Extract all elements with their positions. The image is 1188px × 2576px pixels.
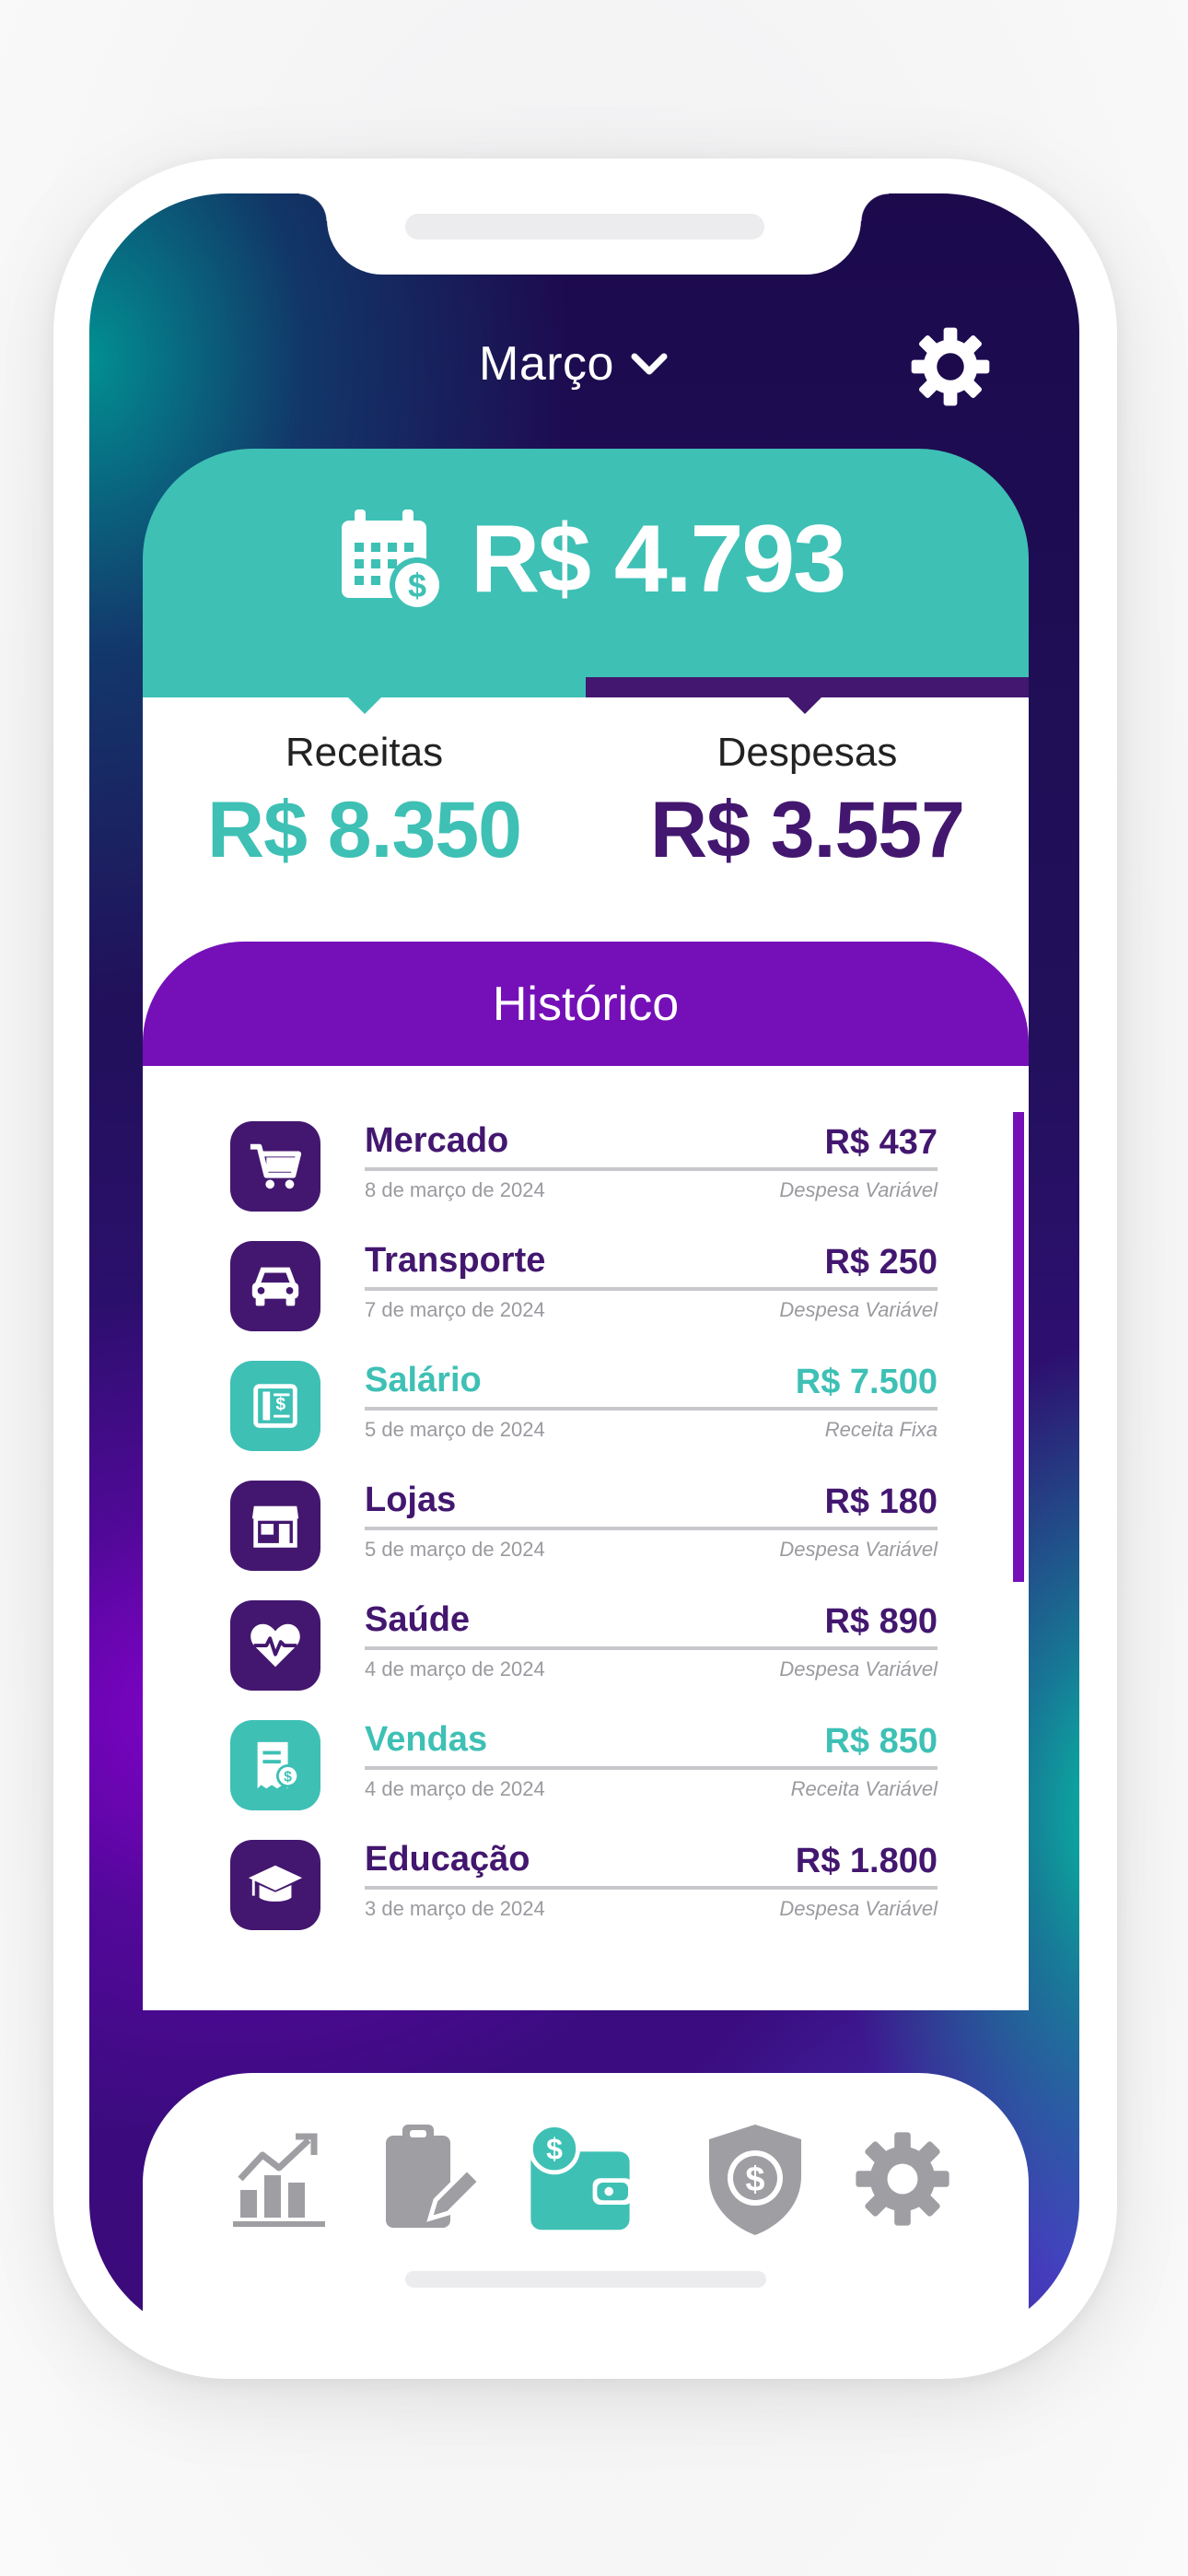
history-item-amount: R$ 437 — [824, 1123, 938, 1162]
income-tab-indicator[interactable] — [143, 677, 586, 697]
history-item-type: Receita Variável — [790, 1777, 938, 1800]
history-item-lojas[interactable]: Lojas R$ 180 5 de março de 2024 Despesa … — [230, 1481, 938, 1573]
expense-tab-indicator[interactable] — [586, 677, 1029, 697]
history-item-divider — [365, 1167, 938, 1171]
balance-row: $ R$ 4.793 — [336, 504, 846, 615]
income-pointer — [348, 697, 381, 714]
wallet-money-icon[interactable]: $ — [525, 2110, 635, 2248]
gear-icon[interactable] — [847, 2110, 958, 2248]
history-item-transporte[interactable]: Transporte R$ 250 7 de março de 2024 Des… — [230, 1241, 938, 1333]
history-item-divider — [365, 1886, 938, 1890]
graduation-cap-icon — [230, 1840, 320, 1930]
receipt-money-icon: $ — [230, 1720, 320, 1810]
history-item-name: Transporte — [365, 1241, 546, 1280]
income-label: Receitas — [285, 730, 444, 775]
expense-pointer — [788, 697, 821, 714]
history-item-date: 5 de março de 2024 — [365, 1538, 545, 1561]
history-item-vendas[interactable]: $ Vendas R$ 850 4 de março de 2024 Recei… — [230, 1720, 938, 1812]
history-item-type: Despesa Variável — [779, 1298, 938, 1321]
history-item-name: Vendas — [365, 1720, 488, 1759]
clipboard-edit-icon[interactable] — [373, 2110, 483, 2248]
history-item-type: Despesa Variável — [779, 1538, 938, 1561]
month-selector[interactable]: Março — [479, 327, 668, 401]
history-item-type: Despesa Variável — [779, 1897, 938, 1920]
paycheck-icon: $ — [230, 1361, 320, 1451]
history-item-date: 4 de março de 2024 — [365, 1777, 545, 1800]
expense-summary[interactable]: Despesas R$ 3.557 — [586, 730, 1029, 876]
history-item-date: 4 de março de 2024 — [365, 1657, 545, 1680]
history-item-amount: R$ 850 — [824, 1722, 938, 1761]
chart-growth-icon[interactable] — [224, 2110, 334, 2248]
history-item-amount: R$ 250 — [824, 1243, 938, 1282]
home-indicator[interactable] — [405, 2271, 766, 2288]
income-summary[interactable]: Receitas R$ 8.350 — [143, 730, 586, 876]
car-icon — [230, 1241, 320, 1331]
history-scrollbar[interactable] — [1013, 1112, 1024, 1582]
history-item-divider — [365, 1766, 938, 1770]
history-item-date: 8 de março de 2024 — [365, 1178, 545, 1201]
balance-value: R$ 4.793 — [471, 505, 846, 613]
history-item-amount: R$ 180 — [824, 1482, 938, 1521]
history-item-mercado[interactable]: Mercado R$ 437 8 de março de 2024 Despes… — [230, 1121, 938, 1213]
history-item-divider — [365, 1527, 938, 1530]
income-value: R$ 8.350 — [206, 786, 522, 874]
chevron-down-icon — [631, 345, 668, 382]
svg-text:$: $ — [745, 2160, 764, 2199]
history-item-saude[interactable]: Saúde R$ 890 4 de março de 2024 Despesa … — [230, 1600, 938, 1692]
shopping-cart-icon — [230, 1121, 320, 1212]
history-item-divider — [365, 1407, 938, 1411]
bottom-nav: $ $ — [143, 2073, 1029, 2349]
history-item-name: Salário — [365, 1361, 482, 1399]
balance-card: $ R$ 4.793 — [143, 449, 1029, 697]
history-item-amount: R$ 890 — [824, 1602, 938, 1641]
history-item-name: Saúde — [365, 1600, 471, 1639]
history-item-amount: R$ 7.500 — [795, 1363, 938, 1401]
history-item-name: Mercado — [365, 1121, 509, 1160]
history-item-date: 5 de março de 2024 — [365, 1418, 545, 1441]
calendar-money-icon: $ — [336, 504, 447, 615]
summary-panel: Receitas R$ 8.350 Despesas R$ 3.557 — [143, 697, 1029, 942]
history-item-type: Despesa Variável — [779, 1657, 938, 1680]
phone-speaker — [405, 214, 764, 240]
history-item-name: Lojas — [365, 1481, 457, 1519]
svg-text:$: $ — [546, 2132, 563, 2165]
svg-text:$: $ — [408, 567, 426, 604]
history-title: Histórico — [492, 977, 680, 1031]
history-item-type: Receita Fixa — [824, 1418, 938, 1441]
history-item-amount: R$ 1.800 — [795, 1842, 938, 1880]
history-item-name: Educação — [365, 1840, 530, 1879]
history-item-type: Despesa Variável — [779, 1178, 938, 1201]
history-item-educacao[interactable]: Educação R$ 1.800 3 de março de 2024 Des… — [230, 1840, 938, 1932]
history-item-date: 7 de março de 2024 — [365, 1298, 545, 1321]
expense-label: Despesas — [716, 730, 898, 775]
shield-money-icon[interactable]: $ — [700, 2110, 810, 2248]
history-header: Histórico — [143, 942, 1029, 1066]
history-item-date: 3 de março de 2024 — [365, 1897, 545, 1920]
history-item-salario[interactable]: $ Salário R$ 7.500 5 de março de 2024 Re… — [230, 1361, 938, 1453]
svg-text:$: $ — [275, 1394, 285, 1414]
store-icon — [230, 1481, 320, 1571]
gear-icon[interactable] — [908, 324, 993, 409]
history-item-divider — [365, 1287, 938, 1291]
heart-pulse-icon — [230, 1600, 320, 1691]
month-label: Março — [479, 337, 614, 391]
expense-value: R$ 3.557 — [649, 786, 965, 874]
history-panel: Histórico Mercado R$ 437 8 de março de 2… — [143, 942, 1029, 2010]
history-item-divider — [365, 1646, 938, 1650]
svg-text:$: $ — [284, 1769, 292, 1785]
